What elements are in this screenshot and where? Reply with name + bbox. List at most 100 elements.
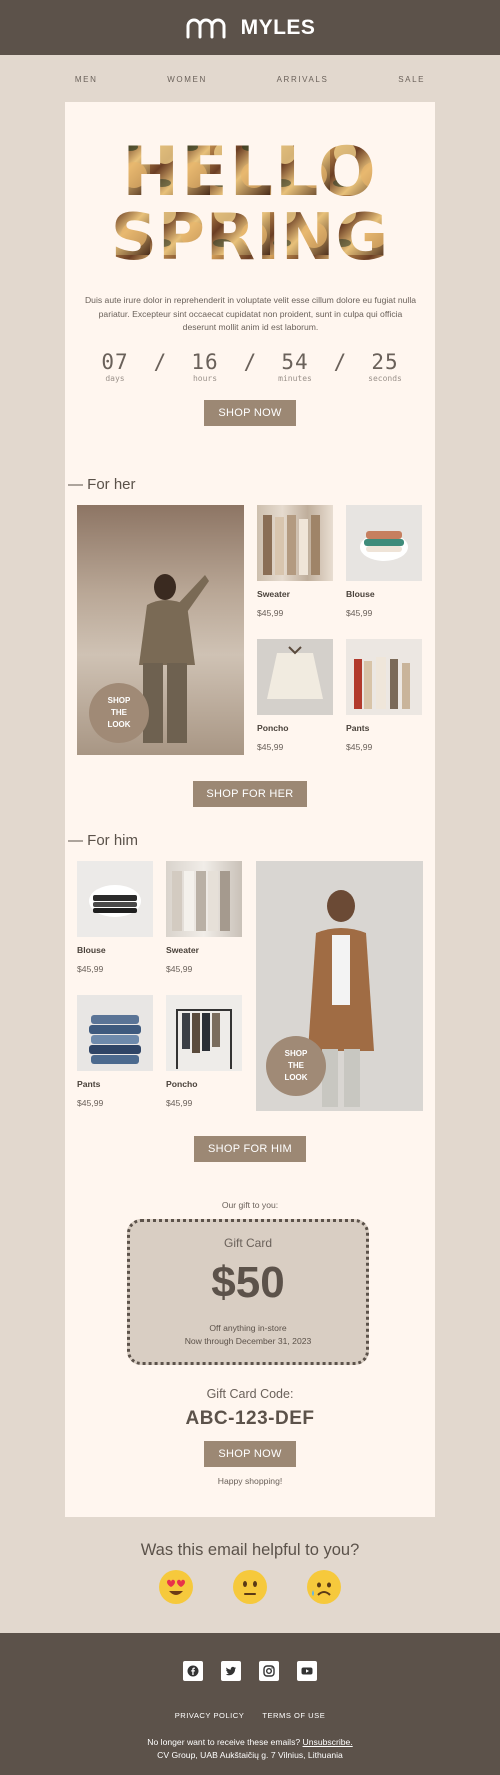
badge-text: SHOP	[284, 1049, 308, 1058]
gift-card: Gift Card $50 Off anything in-store Now …	[127, 1219, 369, 1365]
product-price: $45,99	[257, 742, 284, 752]
nav-item-men[interactable]: MEN	[75, 75, 98, 84]
nav-item-arrivals[interactable]: ARRIVALS	[277, 75, 329, 84]
badge-text: LOOK	[107, 720, 131, 729]
product-price: $45,99	[166, 964, 193, 974]
feedback-question: Was this email helpful to you?	[140, 1541, 360, 1559]
pants-rack-image	[354, 657, 410, 709]
product-price: $45,99	[77, 964, 104, 974]
countdown-label: seconds	[368, 374, 402, 383]
twitter-icon[interactable]	[221, 1661, 241, 1681]
product-name[interactable]: Pants	[346, 723, 369, 733]
badge-text: LOOK	[284, 1073, 308, 1082]
main-nav: MEN WOMEN ARRIVALS SALE	[0, 55, 500, 103]
closing-text: Happy shopping!	[217, 1476, 283, 1486]
countdown-label: minutes	[278, 374, 312, 383]
gift-card-line: Now through December 31, 2023	[184, 1336, 312, 1346]
headline-spring: SPRING	[111, 201, 389, 265]
product-price: $45,99	[346, 608, 373, 618]
gift-card-line: Off anything in-store	[209, 1323, 287, 1333]
product-image-sweater[interactable]	[257, 505, 333, 581]
product-name[interactable]: Sweater	[257, 589, 290, 599]
product-price: $45,99	[257, 608, 284, 618]
product-image-blouse[interactable]	[346, 505, 422, 581]
product-price: $45,99	[77, 1098, 104, 1108]
shop-for-her-button[interactable]: SHOP FOR HER	[193, 781, 307, 807]
badge-text: THE	[110, 708, 127, 717]
brand-name: MYLES	[240, 15, 316, 39]
terms-of-use-link[interactable]: TERMS OF USE	[262, 1711, 325, 1720]
facebook-icon[interactable]	[183, 1661, 203, 1681]
countdown-label: hours	[192, 374, 218, 383]
jeans-stack-image	[89, 1015, 141, 1064]
logo-mark-icon	[186, 18, 226, 38]
countdown-timer: 07 days / 16 hours / 54 minutes / 25 sec…	[85, 350, 415, 383]
countdown-days: 07 days	[85, 350, 145, 383]
poncho-image	[267, 646, 323, 699]
product-image-blouse-him[interactable]	[77, 861, 153, 937]
nav-item-women[interactable]: WOMEN	[167, 75, 207, 84]
folded-shirts-image	[89, 885, 141, 917]
heart-eyes-emoji[interactable]	[159, 1570, 193, 1604]
countdown-separator: /	[153, 350, 167, 374]
gift-intro: Our gift to you:	[221, 1200, 279, 1210]
company-address: CV Group, UAB Aukštaičių g. 7 Vilnius, L…	[157, 1750, 343, 1760]
shop-now-button[interactable]: SHOP NOW	[204, 400, 296, 426]
feedback-emojis	[0, 1570, 500, 1604]
product-image-pants-him[interactable]	[77, 995, 153, 1071]
countdown-seconds: 25 seconds	[355, 350, 415, 383]
social-links	[0, 1661, 500, 1681]
countdown-hours: 16 hours	[175, 350, 235, 383]
gift-card-terms: Off anything in-store Now through Decemb…	[130, 1322, 366, 1348]
product-image-pants[interactable]	[346, 639, 422, 715]
for-her-title: — For her	[68, 476, 136, 493]
shop-the-look-badge-her[interactable]: SHOP THE LOOK	[89, 683, 149, 743]
countdown-minutes: 54 minutes	[265, 350, 325, 383]
product-image-poncho[interactable]	[257, 639, 333, 715]
gift-code-label: Gift Card Code:	[206, 1387, 294, 1401]
youtube-icon[interactable]	[297, 1661, 317, 1681]
footer-links: PRIVACY POLICY TERMS OF USE	[0, 1711, 500, 1720]
countdown-value: 54	[281, 350, 309, 374]
product-image-poncho-him[interactable]	[166, 995, 242, 1071]
brand-logo[interactable]: MYLES	[185, 16, 316, 40]
email-content-card: HELLO SPRING Duis aute irure dolor in re…	[65, 102, 435, 1517]
product-name[interactable]: Pants	[77, 1079, 100, 1089]
folded-blouse-image	[360, 531, 408, 561]
clothes-rack-image	[263, 515, 320, 575]
shop-now-button-gift[interactable]: SHOP NOW	[204, 1441, 296, 1467]
gift-card-amount: $50	[211, 1258, 285, 1307]
for-him-title: — For him	[68, 832, 139, 849]
hero-headline: HELLO SPRING	[111, 135, 389, 265]
unsubscribe-text: No longer want to receive these emails?	[147, 1737, 303, 1747]
product-name[interactable]: Poncho	[257, 723, 289, 733]
neutral-face-emoji[interactable]	[233, 1570, 267, 1604]
product-name[interactable]: Blouse	[77, 945, 106, 955]
unsubscribe-block: No longer want to receive these emails? …	[0, 1736, 500, 1762]
countdown-value: 16	[191, 350, 219, 374]
gift-card-title: Gift Card	[223, 1236, 272, 1250]
product-price: $45,99	[166, 1098, 193, 1108]
countdown-separator: /	[243, 350, 257, 374]
shop-the-look-badge-him[interactable]: SHOP THE LOOK	[266, 1036, 326, 1096]
shirts-rack-image	[172, 871, 230, 931]
product-name[interactable]: Poncho	[166, 1079, 198, 1089]
jackets-rack-image	[176, 1009, 232, 1069]
badge-text: SHOP	[107, 696, 131, 705]
nav-item-sale[interactable]: SALE	[398, 75, 425, 84]
instagram-icon[interactable]	[259, 1661, 279, 1681]
badge-text: THE	[287, 1061, 304, 1070]
countdown-label: days	[105, 374, 125, 383]
unsubscribe-line: No longer want to receive these emails? …	[0, 1736, 500, 1749]
for-her-look-photo[interactable]: SHOP THE LOOK	[77, 505, 244, 755]
countdown-value: 25	[371, 350, 399, 374]
unsubscribe-link[interactable]: Unsubscribe.	[303, 1737, 353, 1747]
product-name[interactable]: Sweater	[166, 945, 199, 955]
email-header: MYLES	[0, 0, 500, 55]
privacy-policy-link[interactable]: PRIVACY POLICY	[175, 1711, 245, 1720]
for-him-look-photo[interactable]: SHOP THE LOOK	[256, 861, 423, 1111]
shop-for-him-button[interactable]: SHOP FOR HIM	[194, 1136, 306, 1162]
product-image-sweater-him[interactable]	[166, 861, 242, 937]
sad-face-emoji[interactable]	[307, 1570, 341, 1604]
product-name[interactable]: Blouse	[346, 589, 375, 599]
